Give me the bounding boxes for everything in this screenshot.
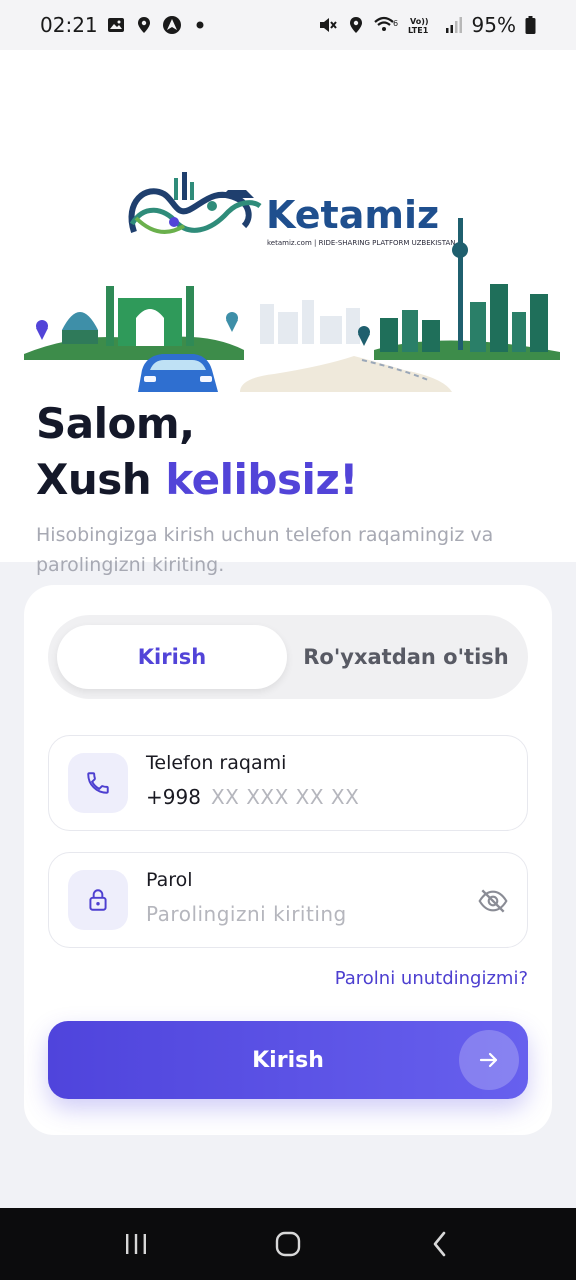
greeting-line-1: Salom, — [36, 399, 195, 448]
arrow-right-icon — [459, 1030, 519, 1090]
gallery-icon — [106, 15, 126, 35]
password-label: Parol — [146, 869, 193, 891]
location-icon — [134, 15, 154, 35]
road — [240, 356, 452, 392]
greeting-line-2: Xush kelibsiz! — [36, 452, 358, 508]
tab-register[interactable]: Ro'yxatdan o'tish — [288, 625, 524, 689]
wifi-icon: 6 — [373, 15, 400, 35]
back-icon[interactable] — [416, 1220, 464, 1268]
dot-icon — [190, 15, 210, 35]
forgot-password-link[interactable]: Parolni unutdingizmi? — [335, 968, 528, 989]
phone-label: Telefon raqami — [146, 752, 287, 774]
status-bar: 02:21 6 Vo)) LTE1 95% — [0, 0, 576, 50]
phone-field[interactable]: Telefon raqami +998 XX XXX XX XX — [48, 735, 528, 831]
left-monuments — [24, 286, 244, 360]
svg-text:Vo)): Vo)) — [410, 17, 429, 26]
eye-off-icon[interactable] — [477, 885, 509, 917]
tab-login[interactable]: Kirish — [57, 625, 287, 689]
password-placeholder: Parolingizni kiriting — [146, 902, 347, 926]
logo-emblem — [128, 172, 262, 234]
auth-tabs: Kirish Ro'yxatdan o'tish — [48, 615, 528, 699]
country-code: +998 — [146, 785, 201, 809]
login-instructions: Hisobingizga kirish uchun telefon raqami… — [36, 524, 494, 576]
phone-icon — [87, 772, 109, 794]
signal-icon — [444, 15, 464, 35]
phone-icon-box — [68, 753, 128, 813]
password-field[interactable]: Parol Parolingizni kiriting — [48, 852, 528, 948]
mute-icon — [318, 15, 338, 35]
svg-text:6: 6 — [393, 19, 398, 28]
lock-icon-box — [68, 870, 128, 930]
volte-icon: Vo)) LTE1 — [408, 15, 436, 35]
welcome-section: Ketamiz ketamiz.com | RIDE-SHARING PLATF… — [0, 50, 576, 576]
app-icon — [162, 15, 182, 35]
battery-icon — [524, 15, 536, 35]
status-time: 02:21 — [40, 13, 98, 37]
lock-icon — [89, 889, 107, 911]
svg-text:LTE1: LTE1 — [408, 26, 429, 34]
status-bar-left: 02:21 — [40, 13, 210, 37]
login-card: Kirish Ro'yxatdan o'tish Telefon raqami … — [24, 585, 552, 1135]
home-icon[interactable] — [264, 1220, 312, 1268]
location-icon — [346, 15, 366, 35]
logo-text: Ketamiz — [266, 193, 439, 237]
login-button-label: Kirish — [252, 1047, 324, 1073]
recents-icon[interactable] — [112, 1220, 160, 1268]
greeting-heading: Salom, Xush kelibsiz! — [36, 396, 358, 508]
system-nav-bar — [0, 1208, 576, 1280]
greeting-prefix: Xush — [36, 455, 166, 504]
phone-input[interactable]: +998 XX XXX XX XX — [146, 785, 359, 809]
battery-percent: 95% — [471, 13, 516, 37]
logo-tagline: ketamiz.com | RIDE-SHARING PLATFORM UZBE… — [267, 239, 456, 247]
car-icon — [138, 354, 218, 392]
login-button[interactable]: Kirish — [48, 1021, 528, 1099]
password-input[interactable]: Parolingizni kiriting — [146, 902, 347, 926]
hero-illustration: Ketamiz ketamiz.com | RIDE-SHARING PLATF… — [24, 172, 560, 392]
background-skyline — [260, 300, 360, 344]
greeting-accent: kelibsiz! — [165, 455, 358, 504]
phone-placeholder: XX XXX XX XX — [210, 785, 360, 809]
status-bar-right: 6 Vo)) LTE1 95% — [318, 13, 536, 37]
